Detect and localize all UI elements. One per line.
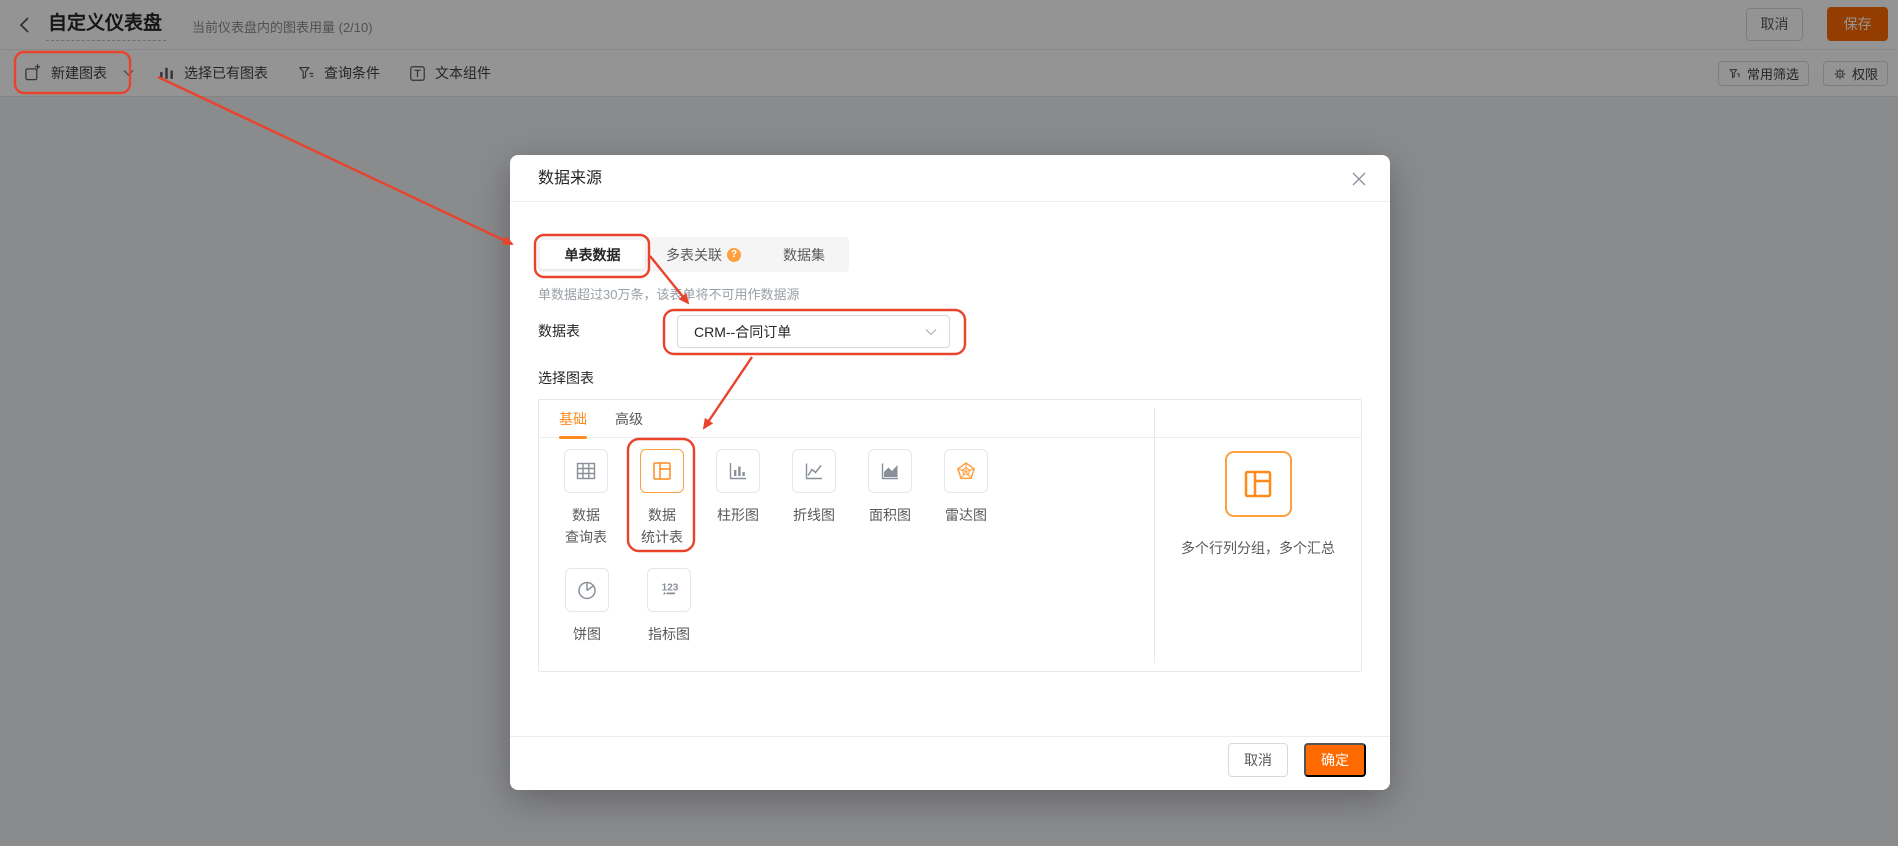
radar-chart-icon [957,462,975,480]
data-source-modal: 数据来源 单表数据 多表关联 ? 数据集 单数据超过30万条，该表单将不可用作数… [510,155,1390,790]
modal-confirm-button[interactable]: 确定 [1304,743,1366,777]
modal-cancel-button[interactable]: 取消 [1228,743,1288,777]
tab-dataset[interactable]: 数据集 [762,240,846,269]
help-badge-icon[interactable]: ? [727,247,741,262]
chart-type-label: 数据 [572,507,600,523]
modal-title: 数据来源 [538,170,603,187]
table-icon [576,462,596,480]
chart-type-line[interactable]: 折线图 [776,449,852,526]
chart-type-label: 数据 [648,507,676,523]
chart-type-pie[interactable]: 饼图 [549,568,625,645]
area-chart-icon [881,463,898,480]
chart-type-label: 统计表 [641,529,683,545]
modal-header: 数据来源 [510,155,1390,202]
stats-table-icon [1244,470,1272,498]
pie-chart-icon [578,581,596,600]
tab-basic[interactable]: 基础 [559,400,587,439]
chart-type-label: 饼图 [573,626,601,642]
chart-type-label: 折线图 [793,507,835,523]
chart-type-data-stats-table[interactable]: 数据 统计表 [624,449,700,548]
tab-advanced[interactable]: 高级 [615,400,643,438]
data-table-select-value: CRM--合同订单 [694,323,792,340]
tab-single-table[interactable]: 单表数据 [540,240,645,269]
chart-type-label: 柱形图 [717,507,759,523]
preview-caption: 多个行列分组，多个汇总 [1181,540,1335,556]
svg-text:123: 123 [662,583,679,594]
data-source-tabs: 单表数据 多表关联 ? 数据集 [537,237,849,272]
tab-multi-table[interactable]: 多表关联 ? [645,240,762,269]
metric-icon: 123 [662,583,679,595]
preview-icon-box [1224,451,1292,517]
chart-type-radar[interactable]: 雷达图 [928,449,1004,526]
close-button[interactable] [1350,170,1368,188]
stats-table-icon [653,462,671,480]
close-icon [1352,172,1366,186]
chart-type-preview: 多个行列分组，多个汇总 [1155,400,1361,671]
chart-type-label: 雷达图 [945,507,987,523]
chart-picker: 基础 高级 数据 查询表 数据 统计表 柱形图 折线图 面积图 雷达图 饼图 1… [538,399,1362,672]
chart-type-data-query-table[interactable]: 数据 查询表 [548,449,624,548]
divider [510,736,1390,737]
tab-dataset-label: 数据集 [783,246,825,263]
tab-multi-table-label: 多表关联 [666,246,722,263]
line-chart-icon [805,463,822,480]
chevron-down-icon [925,328,937,335]
tab-single-table-label: 单表数据 [564,246,621,263]
chart-type-label: 指标图 [648,626,690,642]
chart-type-metric[interactable]: 123 指标图 [631,568,707,645]
data-table-select[interactable]: CRM--合同订单 [677,315,950,348]
chart-type-area[interactable]: 面积图 [852,449,928,526]
chart-type-label: 面积图 [869,507,911,523]
column-chart-icon [729,463,746,480]
helper-text: 单数据超过30万条，该表单将不可用作数据源 [538,287,800,302]
data-table-label: 数据表 [538,323,580,339]
chart-type-label: 查询表 [565,529,607,545]
chart-type-column[interactable]: 柱形图 [700,449,776,526]
choose-chart-label: 选择图表 [538,370,594,386]
